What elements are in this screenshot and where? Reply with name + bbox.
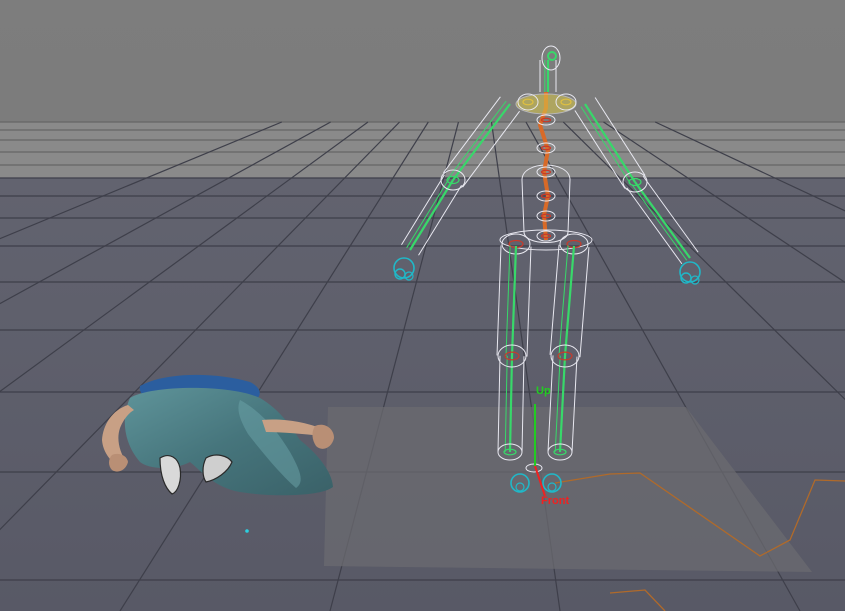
front-axis-label: Front bbox=[541, 495, 569, 507]
viewport-scene[interactable]: Up Front bbox=[0, 0, 845, 611]
floor-marker-dot bbox=[245, 529, 249, 533]
3d-viewport[interactable]: Up Front bbox=[0, 0, 845, 611]
up-axis-label: Up bbox=[536, 385, 551, 397]
